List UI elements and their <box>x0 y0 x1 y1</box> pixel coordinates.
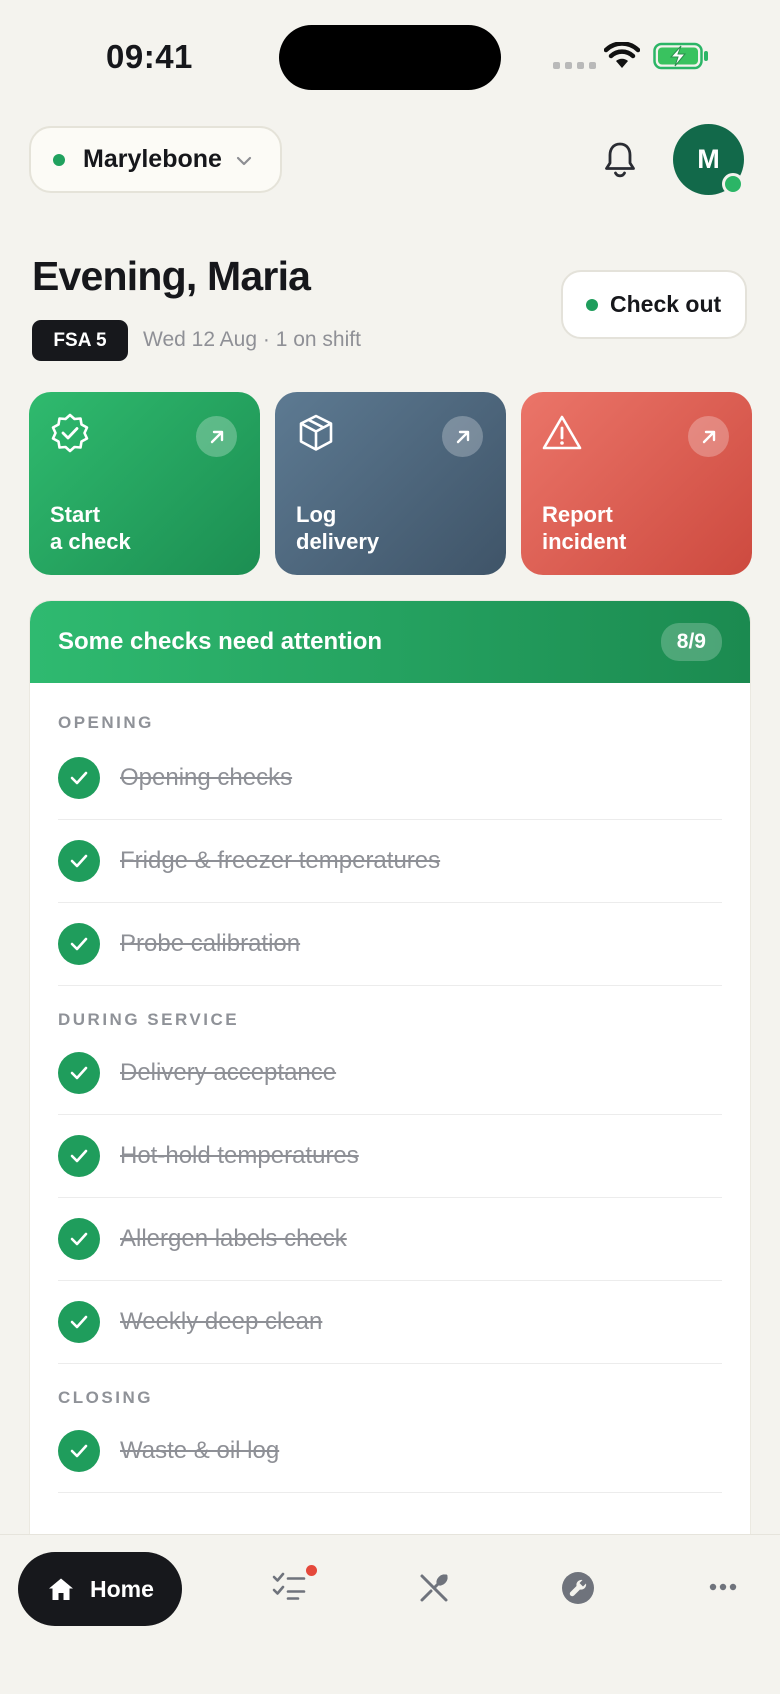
wifi-icon <box>604 42 640 68</box>
check-label: Waste & oil log <box>120 1437 280 1464</box>
check-row[interactable]: Delivery acceptance <box>58 1032 722 1115</box>
check-out-label: Check out <box>610 291 722 317</box>
checkmark-icon <box>58 840 100 882</box>
section-label-closing: CLOSING <box>58 1388 153 1407</box>
arrow-up-right-icon <box>688 416 729 457</box>
cellular-signal-icon <box>553 62 596 69</box>
chevron-down-icon <box>236 156 252 165</box>
checkmark-icon <box>58 1135 100 1177</box>
check-label: Allergen labels check <box>120 1225 347 1252</box>
checkmark-icon <box>58 757 100 799</box>
greeting-title: Evening, Maria <box>32 253 311 299</box>
check-out-status-dot <box>586 298 598 311</box>
check-label: Opening checks <box>120 764 293 791</box>
log-delivery-card[interactable]: Log delivery <box>275 392 506 575</box>
badge-check-icon <box>51 413 89 453</box>
check-row[interactable]: Probe calibration <box>58 903 722 986</box>
checklist-icon[interactable] <box>272 1571 306 1601</box>
checkmark-icon <box>58 1218 100 1260</box>
report-incident-label: Report incident <box>542 502 627 554</box>
nav-home-label: Home <box>90 1575 154 1602</box>
check-label: Probe calibration <box>120 930 301 957</box>
checkmark-icon <box>58 923 100 965</box>
location-name: Marylebone <box>83 145 222 173</box>
package-icon <box>299 414 333 451</box>
check-row[interactable]: Waste & oil log <box>58 1410 722 1493</box>
online-status-dot <box>722 173 744 195</box>
check-row[interactable]: Hot-hold temperatures <box>58 1115 722 1198</box>
check-label: Hot-hold temperatures <box>120 1142 359 1169</box>
log-delivery-label: Log delivery <box>296 502 380 554</box>
start-check-label: Start a check <box>50 502 131 554</box>
check-out-button[interactable]: Check out <box>561 270 747 339</box>
section-label-opening: OPENING <box>58 713 154 732</box>
check-row[interactable]: Allergen labels check <box>58 1198 722 1281</box>
nav-tab-home[interactable]: Home <box>18 1552 182 1626</box>
checks-panel-title: Some checks need attention <box>58 628 383 655</box>
warning-icon <box>542 415 582 450</box>
wrench-settings-icon[interactable] <box>561 1571 595 1605</box>
location-status-dot <box>53 153 65 166</box>
fsa-rating-badge: FSA 5 <box>32 320 128 361</box>
notification-bell-icon[interactable] <box>602 140 638 180</box>
utensils-icon[interactable] <box>417 1571 451 1605</box>
section-label-during-service: DURING SERVICE <box>58 1010 240 1029</box>
checks-panel: Some checks need attention 8/9 OPENING O… <box>29 600 751 1600</box>
check-label: Weekly deep clean <box>120 1308 323 1335</box>
shift-meta: Wed 12 Aug · 1 on shift <box>143 328 361 351</box>
checklist-notification-dot <box>306 1565 317 1576</box>
more-icon[interactable] <box>709 1583 737 1591</box>
checkmark-icon <box>58 1301 100 1343</box>
dynamic-island <box>279 25 501 90</box>
location-selector[interactable]: Marylebone <box>29 126 282 193</box>
checks-progress-badge: 8/9 <box>660 623 722 661</box>
arrow-up-right-icon <box>196 416 237 457</box>
check-label: Delivery acceptance <box>120 1059 337 1086</box>
checks-panel-header[interactable]: Some checks need attention 8/9 <box>30 601 750 683</box>
status-bar: 09:41 <box>0 0 780 116</box>
check-row[interactable]: Weekly deep clean <box>58 1281 722 1364</box>
report-incident-card[interactable]: Report incident <box>521 392 752 575</box>
bottom-navigation: Home <box>0 1534 780 1694</box>
checkmark-icon <box>58 1052 100 1094</box>
home-icon <box>49 1578 73 1600</box>
check-row[interactable]: Fridge & freezer temperatures <box>58 820 722 903</box>
start-check-card[interactable]: Start a check <box>29 392 260 575</box>
checkmark-icon <box>58 1430 100 1472</box>
check-row[interactable]: Opening checks <box>58 737 722 820</box>
status-time: 09:41 <box>106 38 193 75</box>
battery-charging-icon <box>653 42 708 70</box>
arrow-up-right-icon <box>442 416 483 457</box>
check-label: Fridge & freezer temperatures <box>120 847 441 874</box>
